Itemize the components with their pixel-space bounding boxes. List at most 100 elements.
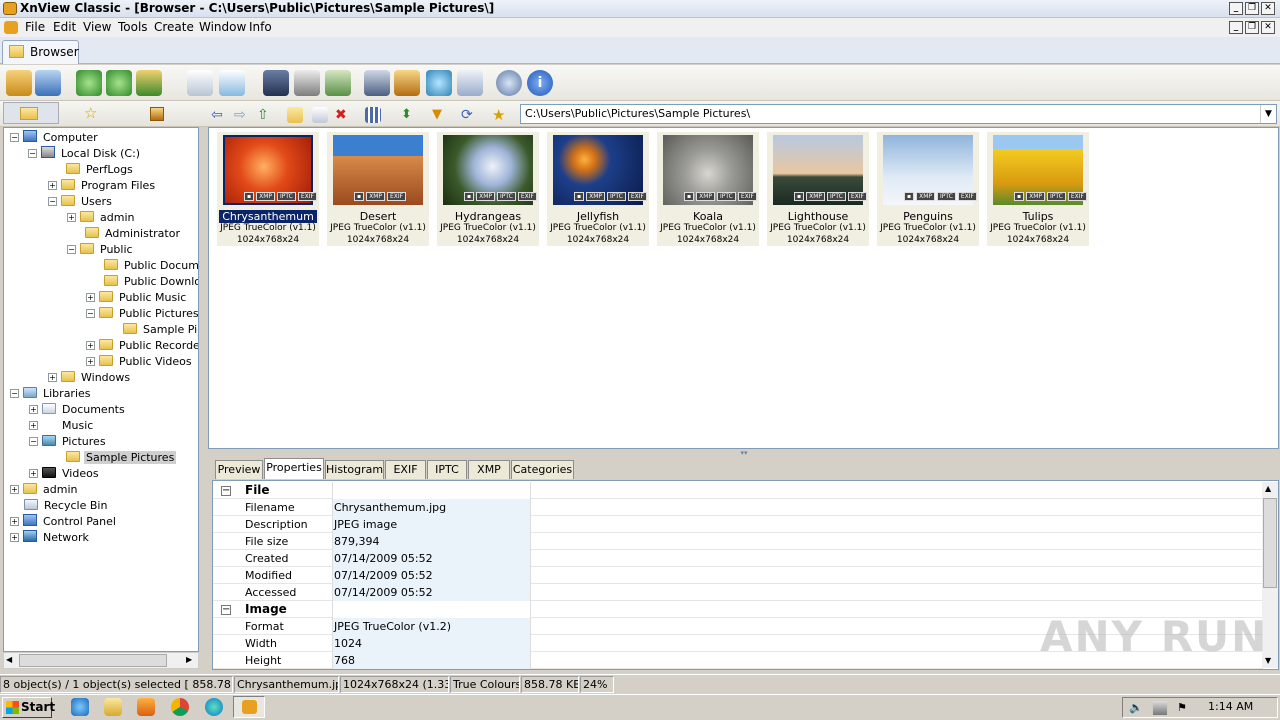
- scroll-thumb[interactable]: [19, 654, 167, 667]
- expand-icon[interactable]: +: [67, 213, 76, 222]
- favorites-star-icon[interactable]: ☆: [84, 106, 100, 122]
- scroll-thumb[interactable]: [1263, 498, 1277, 588]
- thumbnail-jellyfish[interactable]: ▪ XMP IPTC EXIF Jellyfish JPEG TrueColor (v…: [547, 132, 649, 246]
- panel-splitter[interactable]: [200, 127, 207, 672]
- contact-sheet-icon[interactable]: [457, 70, 483, 96]
- expand-icon[interactable]: +: [86, 357, 95, 366]
- rotate-left-icon[interactable]: [76, 70, 102, 96]
- scroll-left-icon[interactable]: ◀: [6, 655, 12, 664]
- expand-icon[interactable]: +: [86, 293, 95, 302]
- chevron-down-icon[interactable]: ▼: [1260, 105, 1276, 123]
- app-menu-icon[interactable]: [4, 21, 18, 34]
- collapse-icon[interactable]: −: [221, 486, 231, 496]
- tree-item-admin-user[interactable]: + admin: [67, 210, 136, 226]
- slideshow-icon[interactable]: [325, 70, 351, 96]
- property-row[interactable]: Description JPEG image: [213, 516, 1263, 533]
- tab-exif[interactable]: EXIF: [385, 460, 426, 479]
- tab-iptc[interactable]: IPTC: [427, 460, 467, 479]
- sort-icon[interactable]: ⬍: [401, 107, 417, 123]
- up-folder-icon[interactable]: ⇧: [257, 107, 273, 123]
- path-combobox[interactable]: C:\Users\Public\Pictures\Sample Pictures…: [520, 104, 1277, 124]
- chrome-icon[interactable]: [171, 698, 189, 716]
- forward-arrow-icon[interactable]: ⇨: [234, 107, 250, 123]
- horizontal-splitter-grip[interactable]: ▾▾: [730, 450, 758, 457]
- tab-categories[interactable]: Categories: [511, 460, 574, 479]
- rename-icon[interactable]: [312, 107, 328, 123]
- delete-icon[interactable]: ✖: [335, 107, 351, 123]
- network-tray-icon[interactable]: [1153, 701, 1167, 715]
- tree-item-libraries[interactable]: − Libraries: [10, 386, 93, 402]
- tree-item-windows[interactable]: + Windows: [48, 370, 132, 386]
- move-to-icon[interactable]: [136, 70, 162, 96]
- add-favorite-icon[interactable]: ★: [492, 107, 508, 123]
- folders-panel-tab[interactable]: [3, 102, 59, 124]
- menu-edit[interactable]: Edit: [53, 20, 76, 34]
- collapse-icon[interactable]: −: [48, 197, 57, 206]
- rotate-right-icon[interactable]: [106, 70, 132, 96]
- filter-icon[interactable]: ▼: [432, 107, 448, 123]
- convert-icon[interactable]: [219, 70, 245, 96]
- tree-item-public-downloads[interactable]: Public Downloac: [104, 274, 198, 290]
- expand-icon[interactable]: +: [86, 341, 95, 350]
- collapse-icon[interactable]: −: [10, 133, 19, 142]
- menu-info[interactable]: Info: [249, 20, 272, 34]
- expand-icon[interactable]: +: [29, 405, 38, 414]
- action-center-flag-icon[interactable]: ⚑: [1177, 701, 1191, 715]
- property-row[interactable]: Modified 07/14/2009 05:52: [213, 567, 1263, 584]
- tab-browser[interactable]: Browser: [2, 40, 79, 64]
- menu-view[interactable]: View: [83, 20, 111, 34]
- thumbnail-koala[interactable]: ▪ XMP IPTC EXIF Koala JPEG TrueColor (v1.1)…: [657, 132, 759, 246]
- expand-icon[interactable]: +: [48, 181, 57, 190]
- open-image-icon[interactable]: [6, 70, 32, 96]
- thumbnail-hydrangeas[interactable]: ▪ XMP IPTC EXIF Hydrangeas JPEG TrueColor (…: [437, 132, 539, 246]
- settings-gear-icon[interactable]: [496, 70, 522, 96]
- doc-restore-button[interactable]: ❐: [1245, 21, 1259, 34]
- thumbnail-tulips[interactable]: ▪ XMP IPTC EXIF Tulips JPEG TrueColor (v1.1…: [987, 132, 1089, 246]
- back-arrow-icon[interactable]: ⇦: [211, 107, 227, 123]
- volume-icon[interactable]: 🔈: [1129, 701, 1143, 715]
- fullscreen-icon[interactable]: [35, 70, 61, 96]
- media-player-icon[interactable]: [137, 698, 155, 716]
- info-icon[interactable]: i: [527, 70, 553, 96]
- tree-item-public-videos[interactable]: + Public Videos: [86, 354, 194, 370]
- scroll-up-icon[interactable]: ▲: [1265, 484, 1271, 493]
- close-button[interactable]: ✕: [1261, 2, 1275, 15]
- collapse-icon[interactable]: −: [67, 245, 76, 254]
- tab-xmp[interactable]: XMP: [468, 460, 510, 479]
- expand-icon[interactable]: +: [48, 373, 57, 382]
- collapse-icon[interactable]: −: [221, 605, 231, 615]
- tree-item-videos[interactable]: + Videos: [29, 466, 101, 482]
- ie-icon[interactable]: [71, 698, 89, 716]
- doc-minimize-button[interactable]: _: [1229, 21, 1243, 34]
- thumbnail-penguins[interactable]: ▪ XMP IPTC EXIF Penguins JPEG TrueColor (v1…: [877, 132, 979, 246]
- tab-properties[interactable]: Properties: [264, 458, 324, 479]
- categories-icon[interactable]: [150, 107, 164, 121]
- tree-item-public[interactable]: − Public: [67, 242, 135, 258]
- tree-item-sample-pictures-sub[interactable]: Sample Pictu: [123, 322, 198, 338]
- tree-item-computer[interactable]: − Computer: [10, 130, 100, 146]
- start-button[interactable]: Start: [2, 697, 55, 718]
- tree-item-control-panel[interactable]: + Control Panel: [10, 514, 118, 530]
- edge-icon[interactable]: [205, 698, 223, 716]
- doc-close-button[interactable]: ✕: [1261, 21, 1275, 34]
- binoculars-icon[interactable]: [263, 70, 289, 96]
- expand-icon[interactable]: +: [10, 485, 19, 494]
- explorer-icon[interactable]: [104, 698, 122, 716]
- tree-item-local-disk[interactable]: − Local Disk (C:): [28, 146, 142, 162]
- expand-icon[interactable]: +: [29, 469, 38, 478]
- expand-icon[interactable]: +: [10, 517, 19, 526]
- tree-item-public-recorded[interactable]: + Public Recorded: [86, 338, 198, 354]
- menu-file[interactable]: File: [25, 20, 45, 34]
- thumbnail-lighthouse[interactable]: ▪ XMP IPTC EXIF Lighthouse JPEG TrueColor (…: [767, 132, 869, 246]
- menu-create[interactable]: Create: [154, 20, 194, 34]
- tree-item-program-files[interactable]: + Program Files: [48, 178, 157, 194]
- restore-button[interactable]: ❐: [1245, 2, 1259, 15]
- scroll-right-icon[interactable]: ▶: [186, 655, 192, 664]
- property-row[interactable]: Filename Chrysanthemum.jpg: [213, 499, 1263, 516]
- menu-tools[interactable]: Tools: [118, 20, 148, 34]
- collapse-icon[interactable]: −: [28, 149, 37, 158]
- tab-histogram[interactable]: Histogram: [325, 460, 384, 479]
- group-file[interactable]: − File: [213, 482, 1263, 499]
- tree-item-administrator[interactable]: Administrator: [85, 226, 182, 242]
- tree-item-perflogs[interactable]: PerfLogs: [66, 162, 135, 178]
